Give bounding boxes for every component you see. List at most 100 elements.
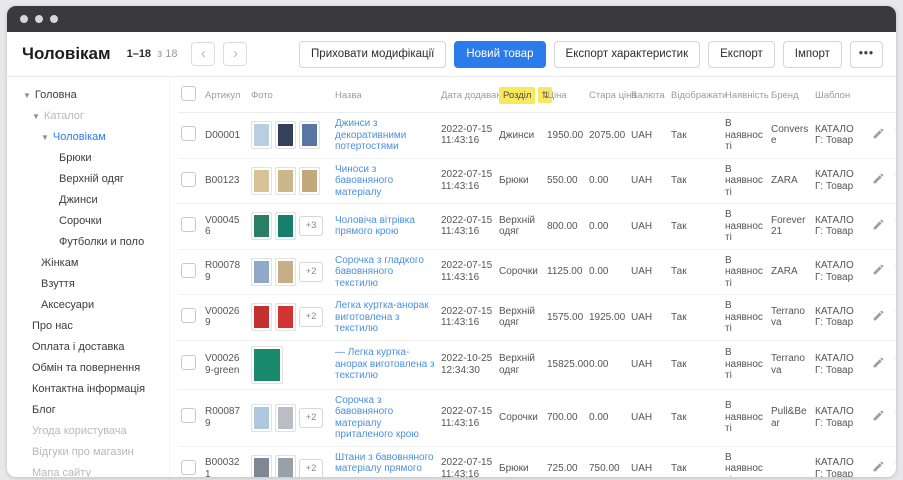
sidebar-item[interactable]: Сорочки bbox=[15, 211, 165, 232]
column-header[interactable]: Розділ⇅ bbox=[496, 77, 544, 113]
edit-icon[interactable] bbox=[872, 309, 886, 323]
sidebar-item[interactable]: Про нас bbox=[15, 316, 165, 337]
sidebar-item[interactable]: Брюки bbox=[15, 148, 165, 169]
row-checkbox[interactable] bbox=[181, 408, 196, 423]
export-button[interactable]: Експорт bbox=[708, 41, 775, 68]
sidebar-item[interactable]: Блог bbox=[15, 400, 165, 421]
row-checkbox[interactable] bbox=[181, 172, 196, 187]
more-photos-badge[interactable]: +2 bbox=[299, 408, 323, 428]
window-control-dot-3[interactable] bbox=[50, 15, 58, 23]
price-cell: 1575.00 bbox=[544, 295, 586, 341]
delete-icon[interactable] bbox=[893, 409, 896, 423]
row-checkbox[interactable] bbox=[181, 355, 196, 370]
new-product-button[interactable]: Новий товар bbox=[454, 41, 545, 68]
more-photos-badge[interactable]: +2 bbox=[299, 459, 323, 477]
sidebar-item[interactable]: Аксесуари bbox=[15, 295, 165, 316]
column-header[interactable]: Відображати bbox=[668, 77, 722, 113]
chevron-down-icon[interactable]: ▼ bbox=[23, 89, 31, 102]
sidebar-item[interactable]: Угода користувача bbox=[15, 421, 165, 442]
sidebar-item[interactable]: Обмін та повернення bbox=[15, 358, 165, 379]
sidebar-item[interactable]: Верхній одяг bbox=[15, 169, 165, 190]
product-name-link[interactable]: Сорочка з бавовняного матеріалу притален… bbox=[335, 395, 419, 441]
select-all-checkbox[interactable] bbox=[181, 86, 196, 101]
actions-cell bbox=[862, 389, 896, 446]
edit-icon[interactable] bbox=[872, 218, 886, 232]
brand-cell: Terranova bbox=[768, 295, 812, 341]
next-page-button[interactable]: › bbox=[223, 42, 247, 66]
sidebar-item[interactable]: Взуття bbox=[15, 274, 165, 295]
column-header[interactable]: Дата додавання bbox=[438, 77, 496, 113]
more-actions-button[interactable]: ••• bbox=[850, 41, 883, 68]
column-header[interactable]: Фото bbox=[248, 77, 332, 113]
product-name-link[interactable]: Легка куртка-анорак виготовлена з тексти… bbox=[335, 300, 429, 334]
column-header[interactable]: Валюта bbox=[628, 77, 668, 113]
brand-cell: Converse bbox=[768, 113, 812, 159]
sku-cell: V000456 bbox=[202, 204, 248, 250]
delete-icon[interactable] bbox=[893, 356, 896, 370]
row-checkbox[interactable] bbox=[181, 126, 196, 141]
display-cell: Так bbox=[668, 295, 722, 341]
sidebar-item[interactable]: Відгуки про магазин bbox=[15, 442, 165, 463]
delete-icon[interactable] bbox=[893, 460, 896, 474]
sidebar-item[interactable]: Контактна інформація bbox=[15, 379, 165, 400]
column-header[interactable]: Назва bbox=[332, 77, 438, 113]
more-photos-badge[interactable]: +3 bbox=[299, 216, 323, 236]
delete-icon[interactable] bbox=[893, 263, 896, 277]
sidebar-item[interactable]: Жінкам bbox=[15, 253, 165, 274]
row-checkbox[interactable] bbox=[181, 460, 196, 475]
column-header[interactable]: Стара ціна bbox=[586, 77, 628, 113]
edit-icon[interactable] bbox=[872, 460, 886, 474]
row-checkbox[interactable] bbox=[181, 217, 196, 232]
date-added-cell: 2022-07-15 11:43:16 bbox=[438, 158, 496, 204]
delete-icon[interactable] bbox=[893, 127, 896, 141]
edit-icon[interactable] bbox=[872, 263, 886, 277]
sidebar-item-label: Блог bbox=[32, 404, 56, 417]
more-photos-badge[interactable]: +2 bbox=[299, 307, 323, 327]
delete-icon[interactable] bbox=[893, 218, 896, 232]
product-name-link[interactable]: Джинси з декоративними потертостями bbox=[335, 118, 406, 152]
chevron-down-icon[interactable]: ▼ bbox=[32, 110, 40, 123]
product-name-link[interactable]: — Легка куртка-анорак виготовлена з текс… bbox=[335, 347, 435, 381]
window-control-dot-2[interactable] bbox=[35, 15, 43, 23]
product-name-link[interactable]: Штани з бавовняного матеріалу прямого кр… bbox=[335, 452, 434, 478]
sidebar-item[interactable]: ▼Головна bbox=[15, 85, 165, 106]
brand-cell: Pull&Bear bbox=[768, 389, 812, 446]
edit-icon[interactable] bbox=[872, 409, 886, 423]
more-photos-badge[interactable]: +2 bbox=[299, 262, 323, 282]
column-header-label: Розділ bbox=[499, 87, 535, 104]
template-cell: КАТАЛОГ: Товар bbox=[812, 204, 862, 250]
sidebar-item[interactable]: Футболки и поло bbox=[15, 232, 165, 253]
column-header[interactable]: Шаблон bbox=[812, 77, 862, 113]
column-header[interactable]: Наявність bbox=[722, 77, 768, 113]
column-header[interactable]: Артикул bbox=[202, 77, 248, 113]
pagination-range: 1–18 bbox=[127, 48, 151, 60]
delete-icon[interactable] bbox=[893, 172, 896, 186]
sidebar-item[interactable]: ▼Каталог bbox=[15, 106, 165, 127]
sidebar-item[interactable]: ▼Чоловікам bbox=[15, 127, 165, 148]
row-checkbox[interactable] bbox=[181, 308, 196, 323]
checkbox-cell bbox=[178, 340, 202, 389]
sidebar-item[interactable]: Оплата і доставка bbox=[15, 337, 165, 358]
import-button[interactable]: Імпорт bbox=[783, 41, 842, 68]
window-control-dot-1[interactable] bbox=[20, 15, 28, 23]
sidebar-item[interactable]: Мапа сайту bbox=[15, 463, 165, 477]
actions-header bbox=[862, 77, 896, 113]
export-characteristics-button[interactable]: Експорт характеристик bbox=[554, 41, 701, 68]
edit-icon[interactable] bbox=[872, 127, 886, 141]
product-name-link[interactable]: Чоловіча вітрівка прямого крою bbox=[335, 215, 415, 238]
old-price-cell: 2075.00 bbox=[586, 113, 628, 159]
product-name-link[interactable]: Сорочка з гладкого бавовняного текстилю bbox=[335, 255, 424, 289]
section-cell: Верхній одяг bbox=[496, 295, 544, 341]
edit-icon[interactable] bbox=[872, 356, 886, 370]
column-header[interactable]: Бренд bbox=[768, 77, 812, 113]
row-checkbox[interactable] bbox=[181, 263, 196, 278]
product-name-link[interactable]: Чиноси з бавовняного матеріалу bbox=[335, 164, 393, 198]
edit-icon[interactable] bbox=[872, 172, 886, 186]
chevron-down-icon[interactable]: ▼ bbox=[41, 131, 49, 144]
sidebar-item[interactable]: Джинси bbox=[15, 190, 165, 211]
column-header[interactable]: Ціна bbox=[544, 77, 586, 113]
prev-page-button[interactable]: ‹ bbox=[191, 42, 215, 66]
hide-modifications-button[interactable]: Приховати модифікації bbox=[299, 41, 446, 68]
photos-cell: +2 bbox=[248, 389, 332, 446]
delete-icon[interactable] bbox=[893, 309, 896, 323]
